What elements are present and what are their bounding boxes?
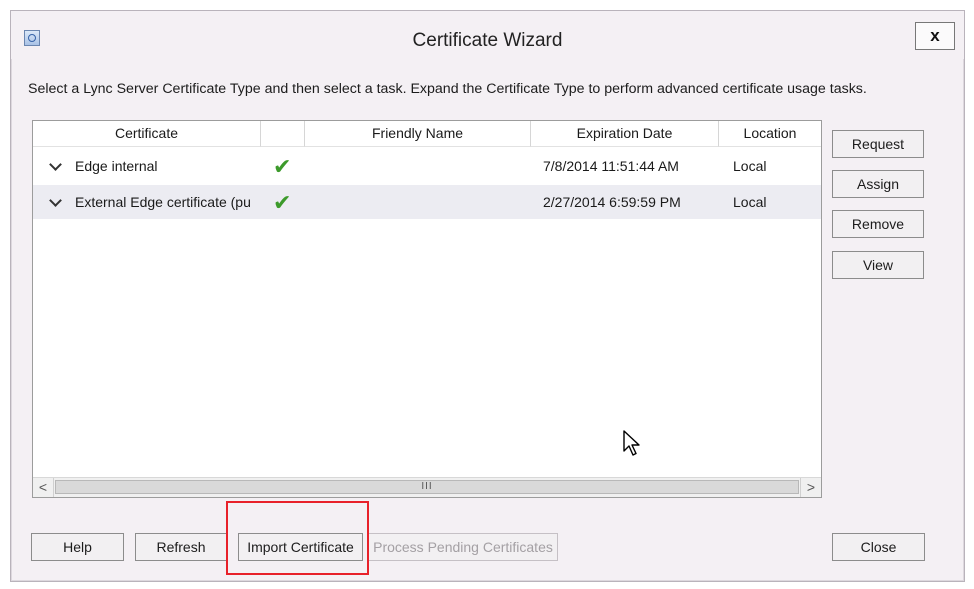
column-header-status[interactable] (261, 121, 305, 147)
location: Local (733, 194, 767, 210)
expiration-date: 2/27/2014 6:59:59 PM (543, 194, 681, 210)
expiration-date: 7/8/2014 11:51:44 AM (543, 158, 679, 174)
import-certificate-button[interactable]: Import Certificate (238, 533, 363, 561)
scrollbar-thumb[interactable]: III (55, 480, 799, 494)
chevron-down-icon[interactable] (49, 158, 62, 171)
process-pending-certificates-button[interactable]: Process Pending Certificates (368, 533, 558, 561)
request-button[interactable]: Request (832, 130, 924, 158)
table-row[interactable]: Edge internal ✔ 7/8/2014 11:51:44 AM Loc… (33, 149, 821, 183)
column-header-certificate[interactable]: Certificate (33, 121, 261, 147)
certificate-list[interactable]: Certificate Friendly Name Expiration Dat… (32, 120, 822, 498)
close-icon[interactable]: x (915, 22, 955, 50)
table-row[interactable]: External Edge certificate (pu ✔ 2/27/201… (33, 185, 821, 219)
help-button[interactable]: Help (31, 533, 124, 561)
instructions-text: Select a Lync Server Certificate Type an… (28, 81, 867, 97)
location: Local (733, 158, 767, 174)
window-title: Certificate Wizard (412, 30, 563, 51)
horizontal-scrollbar[interactable]: < III > (33, 477, 821, 497)
remove-button[interactable]: Remove (832, 210, 924, 238)
refresh-button[interactable]: Refresh (135, 533, 227, 561)
mouse-cursor-icon (623, 430, 640, 456)
check-icon: ✔ (273, 154, 292, 179)
assign-button[interactable]: Assign (832, 170, 924, 198)
certificate-name: External Edge certificate (pu (75, 194, 251, 210)
column-header-expiration-date[interactable]: Expiration Date (531, 121, 719, 147)
check-icon: ✔ (273, 190, 292, 215)
column-header-friendly-name[interactable]: Friendly Name (305, 121, 531, 147)
scroll-left-button[interactable]: < (33, 478, 54, 497)
chevron-down-icon[interactable] (49, 194, 62, 207)
column-header-location[interactable]: Location (719, 121, 821, 147)
close-button[interactable]: Close (832, 533, 925, 561)
certificate-name: Edge internal (75, 158, 158, 174)
scroll-right-button[interactable]: > (800, 478, 821, 497)
view-button[interactable]: View (832, 251, 924, 279)
title-bar: Certificate Wizard x (11, 11, 964, 59)
